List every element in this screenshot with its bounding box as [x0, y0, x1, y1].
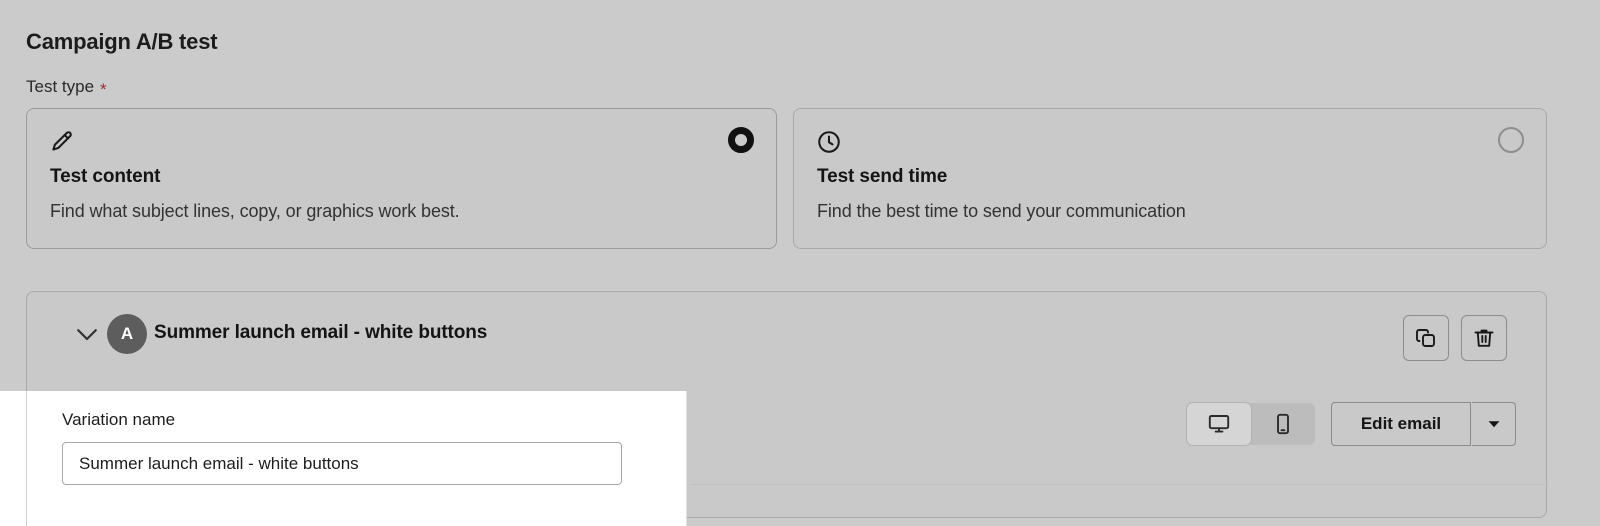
variation-name-label: Summer launch email - white buttons [154, 322, 488, 343]
test-type-option-test-content[interactable]: Test content Find what subject lines, co… [26, 108, 777, 249]
option-description: Find what subject lines, copy, or graphi… [50, 201, 460, 221]
page-title: Campaign A/B test [26, 29, 218, 54]
caret-down-icon [1486, 416, 1502, 432]
variation-name-input[interactable] [62, 442, 622, 485]
required-asterisk-icon: * [100, 79, 107, 99]
pencil-icon [49, 129, 75, 155]
copy-icon [1414, 326, 1438, 350]
test-type-option-test-send-time[interactable]: Test send time Find the best time to sen… [793, 108, 1547, 249]
option-title: Test content [50, 166, 161, 187]
test-type-label-text: Test type [26, 77, 95, 96]
test-type-field-label: Test type * [26, 77, 107, 99]
desktop-preview-toggle[interactable] [1187, 403, 1251, 445]
radio-test-send-time[interactable] [1498, 127, 1524, 153]
device-preview-toggle[interactable] [1187, 403, 1315, 445]
ab-test-form-screen: Campaign A/B test Test type * Test conte… [0, 0, 1600, 526]
option-title: Test send time [817, 166, 948, 187]
variation-badge-avatar: A [107, 314, 147, 354]
duplicate-variation-button[interactable] [1403, 315, 1449, 361]
radio-test-content[interactable] [728, 127, 754, 153]
desktop-icon [1207, 412, 1231, 436]
edit-email-dropdown-button[interactable] [1472, 402, 1516, 446]
delete-variation-button[interactable] [1461, 315, 1507, 361]
edit-email-button[interactable]: Edit email [1331, 402, 1471, 446]
variation-name-field-label: Variation name [62, 410, 176, 429]
option-description: Find the best time to send your communic… [817, 201, 1186, 221]
variation-preview-panel [690, 484, 1548, 526]
chevron-down-icon[interactable] [72, 319, 102, 349]
variation-name-popover: Variation name [0, 391, 687, 526]
clock-icon [816, 129, 842, 155]
mobile-icon [1271, 412, 1295, 436]
mobile-preview-toggle[interactable] [1251, 403, 1315, 445]
variation-header: A Summer launch email - white buttons [27, 292, 1546, 388]
trash-icon [1472, 326, 1496, 350]
popover-left-divider [26, 391, 27, 526]
